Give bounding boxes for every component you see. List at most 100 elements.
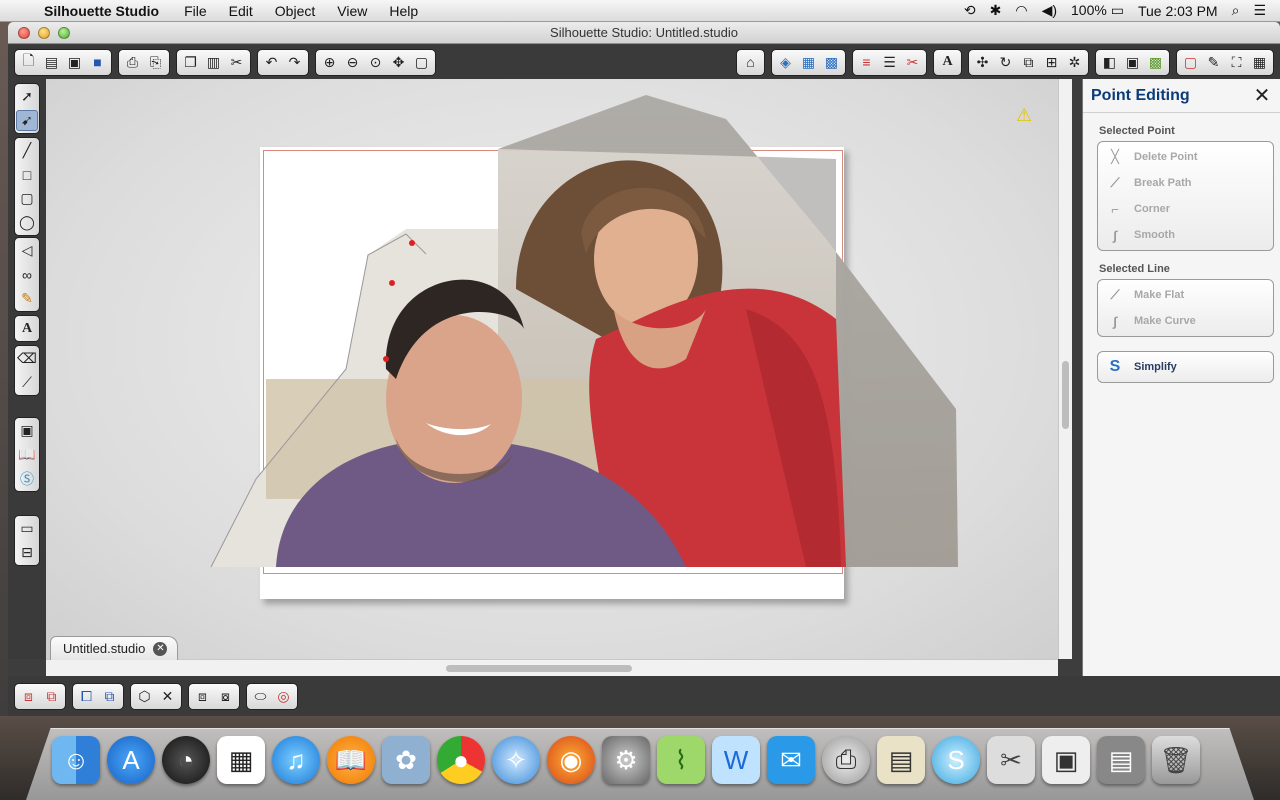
finder-icon[interactable]: ☺	[52, 736, 100, 784]
make-flat-button[interactable]: ⟋ Make Flat	[1098, 282, 1273, 308]
zoom-select-icon[interactable]: ⊙	[365, 52, 386, 73]
silhouette-store-icon[interactable]: Ⓢ	[16, 468, 38, 489]
open-icon[interactable]: ▤	[41, 52, 62, 73]
group-icon[interactable]: ⧈	[18, 686, 39, 707]
menu-app-name[interactable]: Silhouette Studio	[40, 3, 173, 19]
wifi-icon[interactable]: ◠	[1015, 2, 1027, 19]
system-preferences-icon[interactable]: ⚙	[602, 736, 650, 784]
itunes-icon[interactable]: ♫	[272, 736, 320, 784]
simplify-button[interactable]: S Simplify	[1098, 354, 1273, 380]
ungroup-icon[interactable]: ⧉	[41, 686, 62, 707]
fill-pattern-icon[interactable]: ▦	[798, 52, 819, 73]
align-icon[interactable]: ⊞	[1041, 52, 1062, 73]
edit-point[interactable]	[409, 240, 415, 246]
ibooks-icon[interactable]: 📖	[327, 736, 375, 784]
line-color-icon[interactable]: ≡	[856, 52, 877, 73]
app-store-icon[interactable]: A	[107, 736, 155, 784]
panel-close-icon[interactable]: ✕	[1252, 83, 1272, 108]
chrome-icon[interactable]: ●	[437, 736, 485, 784]
trash-icon[interactable]: 🗑	[1152, 736, 1200, 784]
scale-icon[interactable]: ⧉	[1018, 52, 1039, 73]
save-library-icon[interactable]: ■	[87, 52, 108, 73]
pen-icon[interactable]: ✎	[1203, 52, 1224, 73]
curve-tool-icon[interactable]: ∞	[16, 264, 38, 285]
document-tab[interactable]: Untitled.studio ✕	[50, 636, 179, 660]
downloads-stack-icon[interactable]: ▤	[1097, 736, 1145, 784]
calendar-icon[interactable]: ▦	[217, 736, 265, 784]
split-view-icon[interactable]: ⊟	[16, 542, 38, 563]
send-back-icon[interactable]: ⧇	[215, 686, 236, 707]
close-window-button[interactable]	[18, 26, 30, 39]
clock[interactable]: Tue 2:03 PM	[1138, 3, 1218, 19]
rotate-icon[interactable]: ↻	[995, 52, 1016, 73]
spotlight-icon[interactable]: ⌕	[1232, 2, 1240, 19]
line-style-icon[interactable]: ☰	[879, 52, 900, 73]
tab-close-icon[interactable]: ✕	[153, 641, 168, 656]
minimize-window-button[interactable]	[38, 26, 50, 39]
make-curve-button[interactable]: ∫ Make Curve	[1098, 308, 1273, 334]
menu-edit[interactable]: Edit	[218, 3, 264, 19]
notification-center-icon[interactable]: ☰	[1253, 2, 1266, 19]
time-machine-icon[interactable]: ⟲	[964, 2, 976, 19]
vertical-scrollbar[interactable]	[1058, 79, 1072, 659]
twitter-icon[interactable]: ✉	[767, 736, 815, 784]
firefox-icon[interactable]: ◉	[547, 736, 595, 784]
knife-tool-icon[interactable]: ⟋	[16, 372, 38, 393]
delete-icon[interactable]: ✕	[157, 686, 178, 707]
gradient-icon[interactable]: ▩	[821, 52, 842, 73]
rectangle-tool-icon[interactable]: □	[16, 164, 38, 185]
battery-status[interactable]: 100% ▭	[1071, 2, 1124, 19]
corner-button[interactable]: ⌐ Corner	[1098, 196, 1273, 222]
text-icon[interactable]: A	[937, 52, 958, 73]
grid-icon[interactable]: ▦	[1249, 52, 1270, 73]
bluetooth-icon[interactable]: ✱	[990, 2, 1002, 19]
trace-icon[interactable]: ◧	[1099, 52, 1120, 73]
menu-object[interactable]: Object	[264, 3, 326, 19]
edit-point[interactable]	[383, 356, 389, 362]
new-doc-icon[interactable]: 🗋	[18, 52, 39, 73]
single-view-icon[interactable]: ▭	[16, 518, 38, 539]
copy-icon[interactable]: ❐	[180, 52, 201, 73]
redo-icon[interactable]: ↷	[284, 52, 305, 73]
paste-icon[interactable]: ▥	[203, 52, 224, 73]
printer-icon[interactable]: ⎙	[822, 736, 870, 784]
weld-icon[interactable]: ⬭	[250, 686, 271, 707]
text-tool-icon[interactable]: A	[16, 318, 38, 339]
preview-icon[interactable]: ▤	[877, 736, 925, 784]
rounded-rect-tool-icon[interactable]: ▢	[16, 188, 38, 209]
eraser-tool-icon[interactable]: ⌫	[16, 348, 38, 369]
transform-icon[interactable]: ✣	[972, 52, 993, 73]
fill-icon[interactable]: ◈	[775, 52, 796, 73]
delete-point-button[interactable]: ╳ Delete Point	[1098, 144, 1273, 170]
offset-target-icon[interactable]: ◎	[273, 686, 294, 707]
menu-file[interactable]: File	[173, 3, 218, 19]
ellipse-tool-icon[interactable]: ◯	[16, 212, 38, 233]
design-area-icon[interactable]: ▣	[16, 420, 38, 441]
photo-stack-icon[interactable]: ▣	[1042, 736, 1090, 784]
duplicate-icon[interactable]: ⬡	[134, 686, 155, 707]
break-path-button[interactable]: ⟋ Break Path	[1098, 170, 1273, 196]
cut-icon[interactable]: ✂	[226, 52, 247, 73]
release-compound-icon[interactable]: ⧉	[99, 686, 120, 707]
make-compound-icon[interactable]: ⧠	[76, 686, 97, 707]
edit-point[interactable]	[389, 280, 395, 286]
smooth-button[interactable]: ∫ Smooth	[1098, 222, 1273, 248]
warning-icon[interactable]: ⚠	[1016, 105, 1032, 126]
menu-view[interactable]: View	[326, 3, 378, 19]
scissors-app-icon[interactable]: ✂	[987, 736, 1035, 784]
print-icon[interactable]: ⎙	[122, 52, 143, 73]
zoom-in-icon[interactable]: ⊕	[319, 52, 340, 73]
zoom-window-button[interactable]	[58, 26, 70, 39]
horizontal-scrollbar[interactable]	[46, 659, 1058, 676]
store-icon[interactable]: ⌂	[740, 52, 761, 73]
print-cut-icon[interactable]: ⎘	[145, 52, 166, 73]
select-arrow-icon[interactable]: ➚	[16, 86, 38, 107]
menu-help[interactable]: Help	[378, 3, 429, 19]
zoom-out-icon[interactable]: ⊖	[342, 52, 363, 73]
pan-icon[interactable]: ✥	[388, 52, 409, 73]
messages-green-icon[interactable]: ⌇	[657, 736, 705, 784]
wunderlist-icon[interactable]: W	[712, 736, 760, 784]
bring-front-icon[interactable]: ⧈	[192, 686, 213, 707]
offset-icon[interactable]: ▣	[1122, 52, 1143, 73]
freehand-tool-icon[interactable]: ✎	[16, 288, 38, 309]
